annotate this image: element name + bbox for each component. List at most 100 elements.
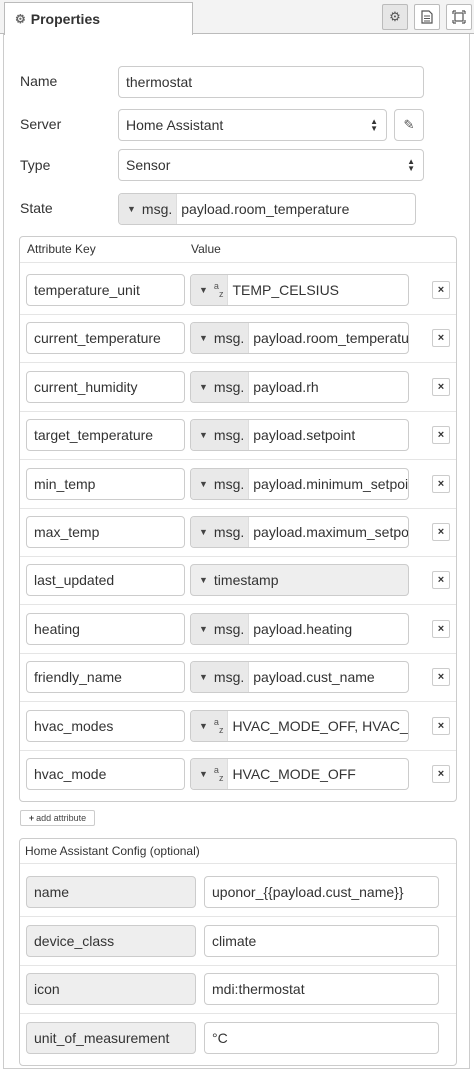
delete-attribute-button[interactable]: × bbox=[432, 377, 450, 396]
delete-attribute-button[interactable]: × bbox=[432, 474, 450, 493]
attribute-type: msg. bbox=[213, 524, 245, 540]
attribute-key-value: temperature_unit bbox=[34, 282, 140, 298]
attribute-value-input[interactable]: ▼ az HVAC_MODE_OFF, HVAC_MODE_HEAT bbox=[190, 709, 409, 742]
server-label: Server bbox=[20, 116, 62, 132]
attribute-value: payload.cust_name bbox=[253, 669, 375, 686]
select-arrows-icon: ▲ ▼ bbox=[370, 117, 378, 133]
attribute-type-selector[interactable]: ▼ msg. bbox=[191, 420, 250, 451]
ha-config-value-input[interactable]: °C bbox=[204, 1021, 439, 1054]
caret-down-icon: ▼ bbox=[199, 381, 208, 392]
row-divider bbox=[20, 1013, 456, 1014]
attribute-key-input[interactable]: target_temperature bbox=[26, 419, 185, 452]
name-label: Name bbox=[20, 73, 58, 89]
ha-config-key-text: icon bbox=[34, 981, 60, 997]
name-input[interactable]: thermostat bbox=[118, 66, 424, 98]
frame-icon bbox=[452, 10, 466, 24]
attribute-key-input[interactable]: friendly_name bbox=[26, 661, 185, 694]
type-value: Sensor bbox=[126, 157, 171, 173]
delete-attribute-button[interactable]: × bbox=[432, 668, 450, 687]
attribute-value-input[interactable]: ▼ msg. payload.room_temperature bbox=[190, 322, 409, 355]
attribute-key-value: hvac_modes bbox=[34, 717, 114, 734]
attribute-value-input[interactable]: ▼ msg. payload.minimum_setpoint bbox=[190, 467, 409, 500]
close-icon: × bbox=[437, 719, 445, 732]
attribute-key-input[interactable]: current_humidity bbox=[26, 370, 185, 403]
attribute-value-input[interactable]: ▼ az TEMP_CELSIUS bbox=[190, 274, 409, 306]
attribute-type-selector[interactable]: ▼ msg. bbox=[191, 371, 250, 402]
attribute-type-selector[interactable]: ▼ msg. bbox=[191, 517, 250, 547]
attribute-key-input[interactable]: max_temp bbox=[26, 516, 185, 548]
ha-config-key-text: unit_of_measurement bbox=[34, 1029, 170, 1046]
state-typed-input[interactable]: ▼ msg. payload.room_temperature bbox=[118, 193, 416, 225]
attribute-key-input[interactable]: temperature_unit bbox=[26, 274, 185, 306]
state-type-selector[interactable]: ▼ msg. bbox=[119, 194, 178, 224]
attribute-key-input[interactable]: last_updated bbox=[26, 564, 185, 597]
ha-config-value-input[interactable]: climate bbox=[204, 924, 439, 957]
attribute-value: payload.setpoint bbox=[253, 427, 356, 444]
ha-config-value: °C bbox=[212, 1029, 228, 1046]
attribute-value: HVAC_MODE_OFF, HVAC_MODE_HEAT bbox=[232, 717, 408, 734]
attribute-key-input[interactable]: hvac_modes bbox=[26, 709, 185, 742]
attribute-value-input[interactable]: ▼ msg. payload.cust_name bbox=[190, 661, 409, 694]
attribute-value-input[interactable]: ▼ timestamp bbox=[190, 564, 409, 597]
delete-attribute-button[interactable]: × bbox=[432, 571, 450, 590]
attribute-type-selector[interactable]: ▼ timestamp bbox=[191, 565, 283, 595]
attribute-type-selector[interactable]: ▼ az bbox=[191, 759, 229, 789]
tab-properties[interactable]: ⚙ Properties bbox=[4, 2, 193, 35]
caret-down-icon: ▼ bbox=[199, 720, 208, 731]
attribute-value-input[interactable]: ▼ az HVAC_MODE_OFF bbox=[190, 758, 409, 790]
attribute-key-value: hvac_mode bbox=[34, 766, 107, 782]
appearance-tab-button[interactable] bbox=[446, 4, 472, 30]
type-select[interactable]: Sensor ▲ ▼ bbox=[118, 149, 424, 181]
ha-config-key: icon bbox=[26, 973, 196, 1005]
close-icon: × bbox=[437, 574, 445, 587]
caret-down-icon: ▼ bbox=[199, 285, 208, 295]
attribute-key-input[interactable]: heating bbox=[26, 612, 185, 645]
description-tab-button[interactable] bbox=[414, 4, 440, 30]
attribute-type-selector[interactable]: ▼ msg. bbox=[191, 323, 250, 354]
server-select[interactable]: Home Assistant ▲ ▼ bbox=[118, 109, 387, 141]
attribute-type-selector[interactable]: ▼ msg. bbox=[191, 662, 250, 693]
attribute-key-value: heating bbox=[34, 620, 80, 637]
delete-attribute-button[interactable]: × bbox=[432, 329, 450, 348]
ha-config-key-text: name bbox=[34, 884, 70, 900]
delete-attribute-button[interactable]: × bbox=[432, 619, 450, 638]
delete-attribute-button[interactable]: × bbox=[432, 426, 450, 445]
row-divider bbox=[20, 604, 456, 606]
attribute-type-selector[interactable]: ▼ msg. bbox=[191, 613, 250, 644]
caret-down-icon: ▼ bbox=[199, 575, 208, 586]
add-attribute-button[interactable]: + add attribute bbox=[20, 810, 95, 826]
delete-attribute-button[interactable]: × bbox=[432, 523, 450, 541]
attribute-key-value: current_temperature bbox=[34, 330, 161, 347]
attribute-key-input[interactable]: min_temp bbox=[26, 467, 185, 500]
attribute-value-input[interactable]: ▼ msg. payload.heating bbox=[190, 612, 409, 645]
attribute-key-input[interactable]: current_temperature bbox=[26, 322, 185, 355]
attribute-value-input[interactable]: ▼ msg. payload.maximum_setpoint bbox=[190, 516, 409, 548]
attribute-type-selector[interactable]: ▼ msg. bbox=[191, 468, 250, 499]
close-icon: × bbox=[437, 622, 445, 635]
gear-icon: ⚙ bbox=[15, 12, 26, 26]
pencil-icon: ✎ bbox=[403, 117, 415, 132]
ha-config-key: device_class bbox=[26, 924, 196, 957]
attribute-value: payload.heating bbox=[253, 620, 353, 637]
row-divider bbox=[20, 410, 456, 412]
attribute-value-input[interactable]: ▼ msg. payload.setpoint bbox=[190, 419, 409, 452]
edit-server-button[interactable]: ✎ bbox=[394, 109, 424, 141]
delete-attribute-button[interactable]: × bbox=[432, 716, 450, 735]
attribute-value-input[interactable]: ▼ msg. payload.rh bbox=[190, 370, 409, 403]
document-icon bbox=[421, 10, 433, 24]
name-value: thermostat bbox=[126, 74, 193, 90]
delete-attribute-button[interactable]: × bbox=[432, 281, 450, 299]
attribute-type-selector[interactable]: ▼ az bbox=[191, 710, 229, 741]
delete-attribute-button[interactable]: × bbox=[432, 765, 450, 783]
attribute-type-selector[interactable]: ▼ az bbox=[191, 275, 229, 305]
ha-config-value: mdi:thermostat bbox=[212, 981, 305, 997]
ha-config-value-input[interactable]: mdi:thermostat bbox=[204, 973, 439, 1005]
attribute-value: HVAC_MODE_OFF bbox=[232, 766, 356, 782]
close-icon: × bbox=[437, 477, 445, 490]
close-icon: × bbox=[437, 380, 445, 393]
attribute-key-input[interactable]: hvac_mode bbox=[26, 758, 185, 790]
ha-config-value-input[interactable]: uponor_{{payload.cust_name}} bbox=[204, 876, 439, 908]
string-type-icon: az bbox=[213, 281, 224, 299]
tab-title: Properties bbox=[30, 11, 101, 27]
settings-tab-button[interactable]: ⚙ bbox=[382, 4, 408, 30]
